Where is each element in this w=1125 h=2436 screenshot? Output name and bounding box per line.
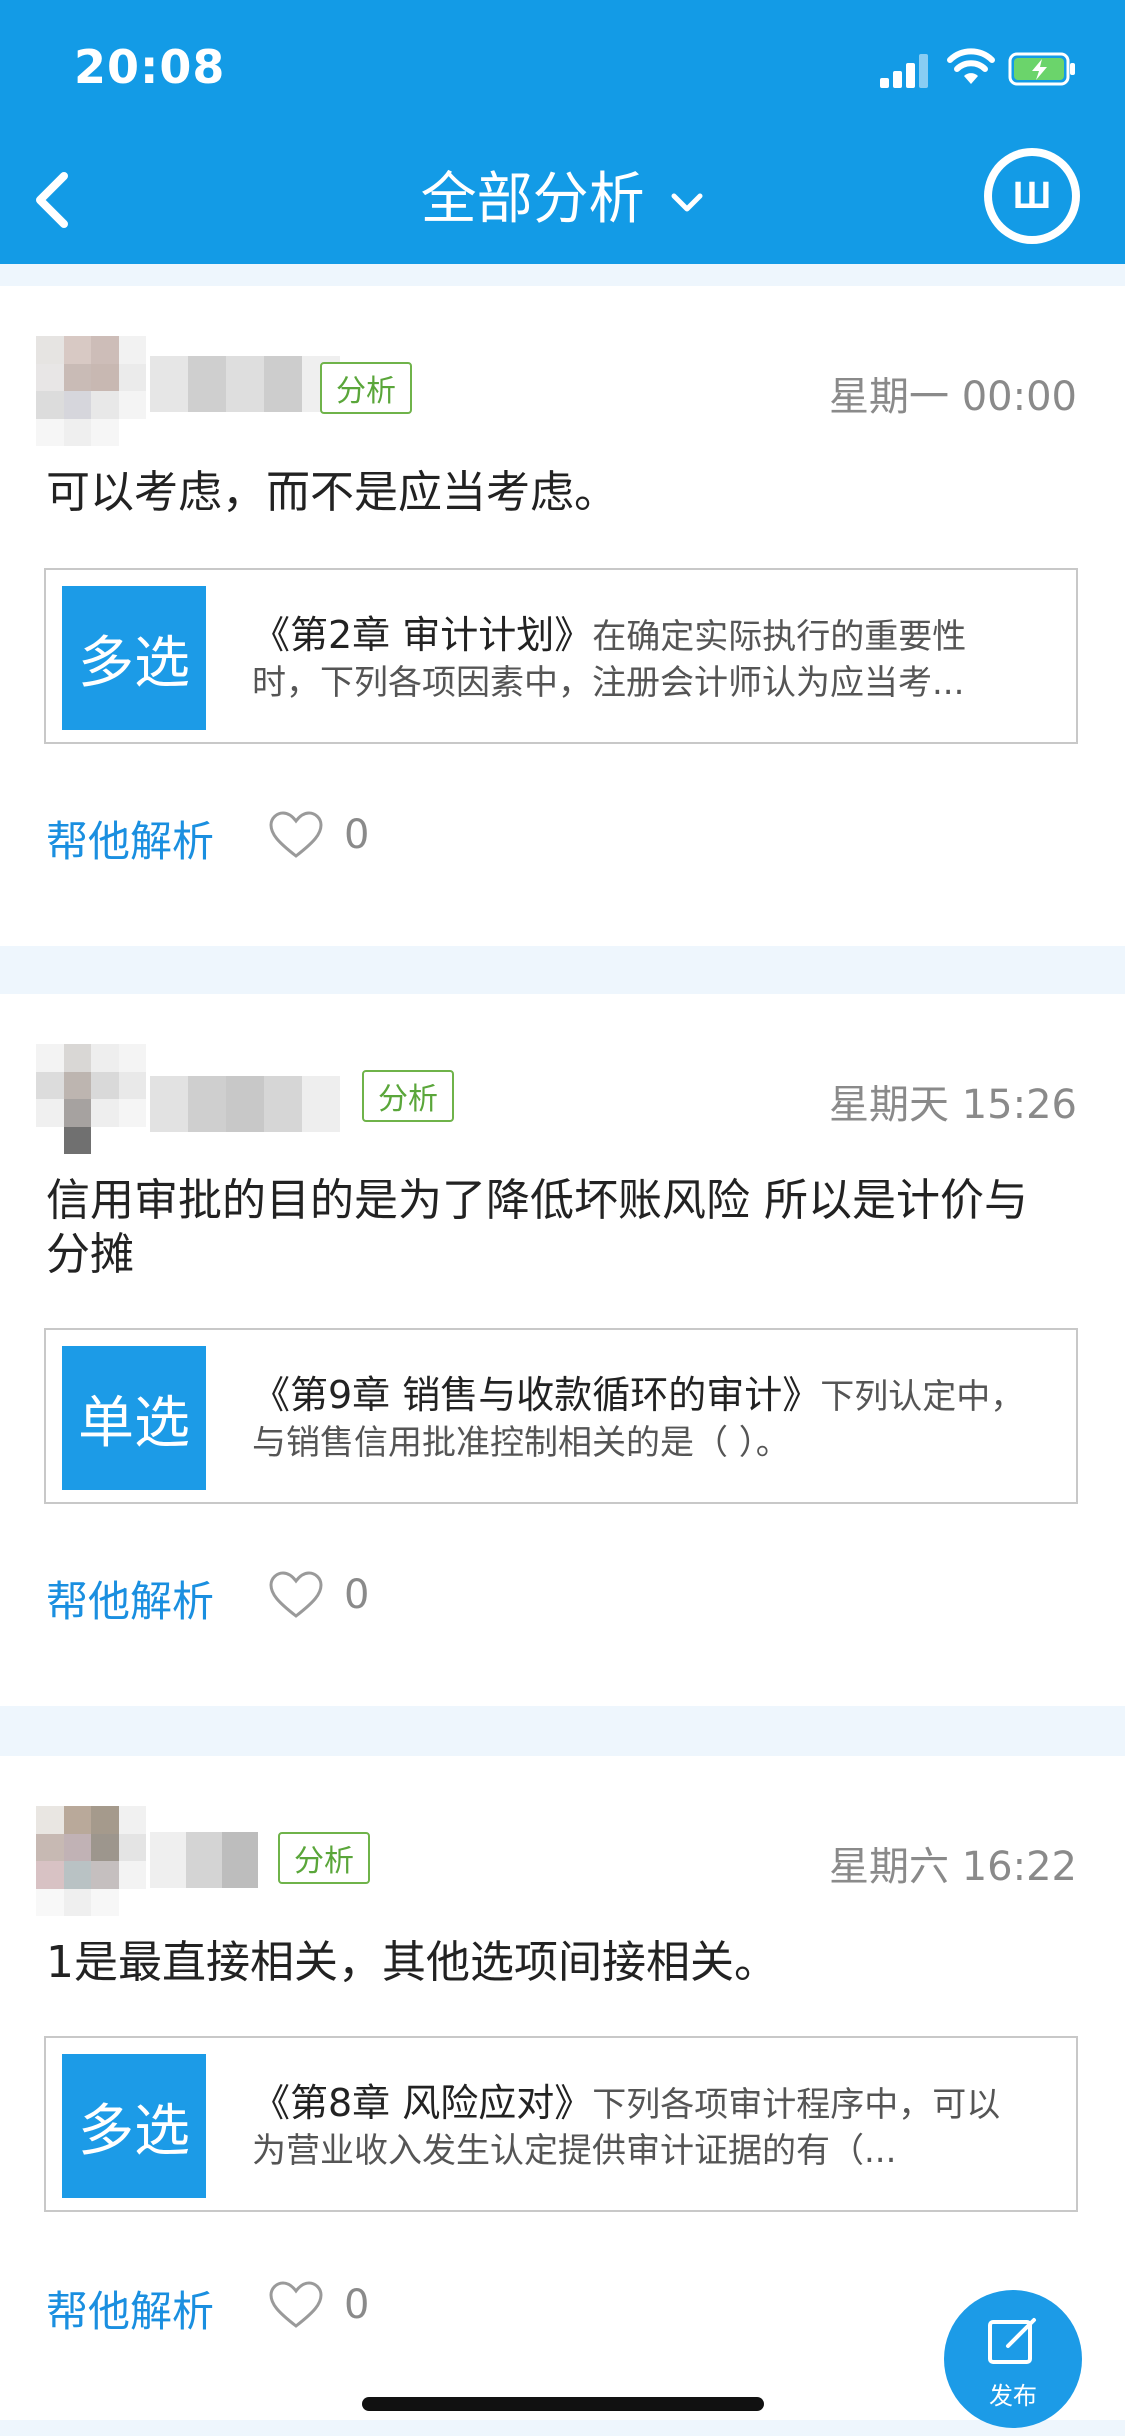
post-card: 分析 星期天 15:26 信用审批的目的是为了降低坏账风险 所以是计价与分摊 单…	[0, 994, 1125, 1706]
post-time: 星期天 15:26	[829, 1082, 1077, 1128]
post-time: 星期一 00:00	[829, 374, 1077, 420]
avatar[interactable]	[36, 1806, 146, 1916]
question-text: 《第8章 风险应对》下列各项审计程序中，可以为营业收入发生认定提供审计证据的有（…	[252, 2080, 1026, 2172]
avatar[interactable]	[36, 336, 146, 446]
question-text: 《第9章 销售与收款循环的审计》下列认定中，与销售信用批准控制相关的是（ ）。	[252, 1372, 1026, 1464]
app-header: 20:08 全部分析 Ш	[0, 0, 1125, 264]
wifi-icon	[947, 48, 995, 84]
logo-mark: Ш	[992, 156, 1072, 236]
post-content[interactable]: 可以考虑，而不是应当考虑。	[46, 466, 1045, 520]
like-count: 0	[344, 2282, 370, 2328]
avatar[interactable]	[36, 1044, 146, 1154]
heart-icon[interactable]	[268, 1570, 324, 1620]
question-chapter: 《第2章 审计计划》	[252, 613, 593, 657]
question-text: 《第2章 审计计划》在确定实际执行的重要性时，下列各项因素中，注册会计师认为应当…	[252, 612, 1026, 704]
edit-icon	[988, 2318, 1036, 2364]
filter-dropdown[interactable]: 全部分析	[0, 160, 1125, 240]
cellular-signal-icon	[880, 54, 934, 88]
page-title: 全部分析	[420, 167, 645, 232]
question-chapter: 《第9章 销售与收款循环的审计》	[252, 1373, 821, 1417]
help-analyze-button[interactable]: 帮他解析	[46, 808, 214, 869]
post-card: 分析 星期一 00:00 可以考虑，而不是应当考虑。 多选 《第2章 审计计划》…	[0, 286, 1125, 946]
username[interactable]	[150, 1076, 340, 1132]
post-content[interactable]: 1是最直接相关，其他选项间接相关。	[46, 1936, 1045, 1990]
like-count: 0	[344, 1572, 370, 1618]
publish-button[interactable]: 发布	[944, 2290, 1082, 2428]
battery-charging-icon	[1008, 52, 1075, 86]
question-card[interactable]: 单选 《第9章 销售与收款循环的审计》下列认定中，与销售信用批准控制相关的是（ …	[44, 1328, 1078, 1504]
home-indicator	[362, 2397, 764, 2411]
heart-icon[interactable]	[268, 810, 324, 860]
analysis-tag: 分析	[362, 1070, 454, 1122]
question-card[interactable]: 多选 《第2章 审计计划》在确定实际执行的重要性时，下列各项因素中，注册会计师认…	[44, 568, 1078, 744]
question-type-badge: 多选	[62, 586, 206, 730]
help-analyze-button[interactable]: 帮他解析	[46, 1568, 214, 1629]
analysis-tag: 分析	[320, 362, 412, 414]
publish-label: 发布	[989, 2382, 1037, 2410]
post-time: 星期六 16:22	[829, 1844, 1077, 1890]
question-type-badge: 多选	[62, 2054, 206, 2198]
post-content[interactable]: 信用审批的目的是为了降低坏账风险 所以是计价与分摊	[46, 1174, 1045, 1282]
username[interactable]	[150, 356, 340, 412]
heart-icon[interactable]	[268, 2280, 324, 2330]
question-chapter: 《第8章 风险应对》	[252, 2081, 593, 2125]
like-count: 0	[344, 812, 370, 858]
chevron-down-icon	[671, 193, 703, 212]
app-logo[interactable]: Ш	[984, 148, 1080, 244]
username[interactable]	[150, 1832, 258, 1888]
question-type-badge: 单选	[62, 1346, 206, 1490]
status-time: 20:08	[74, 40, 226, 94]
question-card[interactable]: 多选 《第8章 风险应对》下列各项审计程序中，可以为营业收入发生认定提供审计证据…	[44, 2036, 1078, 2212]
analysis-tag: 分析	[278, 1832, 370, 1884]
help-analyze-button[interactable]: 帮他解析	[46, 2278, 214, 2339]
